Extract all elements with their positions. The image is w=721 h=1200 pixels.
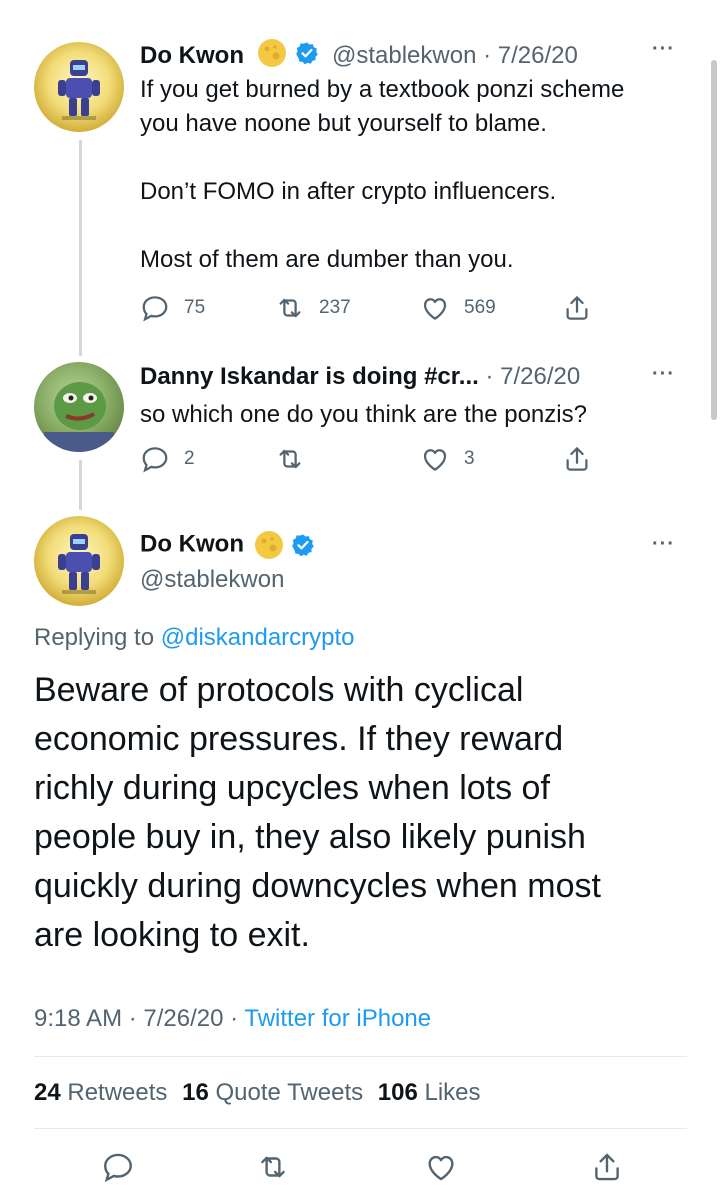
tweet1-reply-button[interactable]: 75: [140, 293, 205, 323]
main-tweet-text: Beware of protocols with cyclical econom…: [34, 671, 601, 954]
verified-badge-icon: [291, 533, 315, 562]
retweets-count: 24: [34, 1079, 61, 1106]
engagement-stats: 24 Retweets 16 Quote Tweets 106 Likes: [34, 1079, 481, 1107]
tweet1-retweet-button[interactable]: 237: [275, 293, 351, 323]
quotes-count: 16: [182, 1079, 209, 1106]
pepe-avatar-image: [44, 382, 114, 452]
tweet1-text: If you get burned by a textbook ponzi sc…: [140, 76, 625, 273]
tweet2-actions: 2 3: [140, 444, 700, 474]
share-icon: [595, 1153, 619, 1181]
tweet1-date[interactable]: 7/26/20: [498, 42, 578, 69]
main-retweet-button[interactable]: [256, 1150, 290, 1184]
tweet2-like-button[interactable]: 3: [420, 444, 475, 474]
heart-icon: [423, 449, 447, 471]
tweet2-header: Danny Iskandar is doing #cr... · 7/26/20: [140, 363, 580, 391]
likes-count: 106: [377, 1079, 418, 1106]
tweet2-reply-button[interactable]: 2: [140, 444, 195, 474]
moon-emoji-icon: [257, 38, 287, 75]
tweet1-header: Do Kwon @stablekwon · 7/26/20: [140, 38, 578, 75]
main-tweet-time[interactable]: 9:18 AM: [34, 1005, 122, 1032]
robot-avatar-image: [58, 534, 100, 594]
tweet1-separator: ·: [476, 41, 498, 69]
share-icon: [566, 296, 588, 320]
tweet2-share-button[interactable]: [562, 444, 592, 474]
retweets-label: Retweets: [60, 1079, 168, 1106]
main-tweet-author-name[interactable]: Do Kwon: [140, 531, 244, 558]
retweet-icon: [261, 1156, 285, 1178]
main-tweet-author-row: Do Kwon: [140, 530, 315, 565]
avatar-danny-iskandar[interactable]: [34, 362, 124, 452]
tweet1-retweet-count: 237: [319, 297, 351, 318]
replying-to: Replying to @diskandarcrypto: [34, 624, 355, 652]
more-icon[interactable]: ···: [652, 533, 675, 556]
reply-icon: [142, 296, 168, 322]
tweet2-like-count: 3: [464, 448, 475, 469]
retweet-icon: [279, 298, 301, 318]
tweet1-share-button[interactable]: [562, 293, 592, 323]
main-reply-button[interactable]: [101, 1150, 135, 1184]
tweet2-date[interactable]: 7/26/20: [500, 363, 580, 390]
tweet1-like-button[interactable]: 569: [420, 293, 496, 323]
robot-avatar-image: [58, 60, 100, 120]
avatar-do-kwon[interactable]: [34, 42, 124, 132]
avatar-do-kwon-main[interactable]: [34, 516, 124, 606]
reply-icon: [104, 1153, 132, 1183]
retweets-stat[interactable]: 24 Retweets: [34, 1079, 167, 1106]
divider-2: [34, 1128, 687, 1129]
meta-separator-2: ·: [223, 1005, 245, 1032]
retweet-icon: [279, 449, 301, 469]
heart-icon: [428, 1155, 454, 1181]
main-tweet-date[interactable]: 7/26/20: [143, 1005, 223, 1032]
tweet1-handle[interactable]: @stablekwon: [332, 42, 476, 69]
moon-emoji-icon: [254, 530, 284, 565]
quotes-stat[interactable]: 16 Quote Tweets: [182, 1079, 363, 1106]
tweet2-retweet-button[interactable]: [275, 444, 305, 474]
scrollbar[interactable]: [711, 60, 717, 420]
more-icon[interactable]: ···: [652, 38, 675, 61]
tweet2-reply-count: 2: [184, 448, 195, 469]
replying-to-label: Replying to: [34, 624, 161, 651]
more-icon[interactable]: ···: [652, 363, 675, 386]
tweet1-actions: 75 237 569: [140, 293, 700, 323]
divider-1: [34, 1056, 687, 1057]
tweet1-reply-count: 75: [184, 297, 206, 318]
tweet2-separator: ·: [478, 363, 501, 390]
verified-badge-icon: [295, 41, 319, 72]
tweet1-author-name[interactable]: Do Kwon: [140, 42, 244, 69]
share-icon: [566, 447, 588, 471]
thread-line-2: [79, 460, 82, 510]
main-like-button[interactable]: [424, 1150, 458, 1184]
likes-stat[interactable]: 106 Likes: [378, 1079, 481, 1106]
main-tweet-handle[interactable]: @stablekwon: [140, 566, 284, 594]
meta-separator-1: ·: [122, 1005, 144, 1032]
tweet2-text: so which one do you think are the ponzis…: [140, 401, 587, 428]
heart-icon: [423, 298, 447, 320]
reply-icon: [142, 447, 168, 473]
main-tweet-meta: 9:18 AM · 7/26/20 · Twitter for iPhone: [34, 1005, 431, 1033]
main-tweet-source[interactable]: Twitter for iPhone: [244, 1005, 431, 1032]
tweet2-author-name[interactable]: Danny Iskandar is doing #cr...: [140, 363, 479, 390]
thread-line-1: [79, 140, 82, 356]
likes-label: Likes: [417, 1079, 481, 1106]
quotes-label: Quote Tweets: [208, 1079, 364, 1106]
main-tweet-actions: [0, 1150, 721, 1186]
main-share-button[interactable]: [590, 1150, 624, 1184]
replying-to-handle[interactable]: @diskandarcrypto: [161, 624, 355, 651]
tweet1-like-count: 569: [464, 297, 496, 318]
